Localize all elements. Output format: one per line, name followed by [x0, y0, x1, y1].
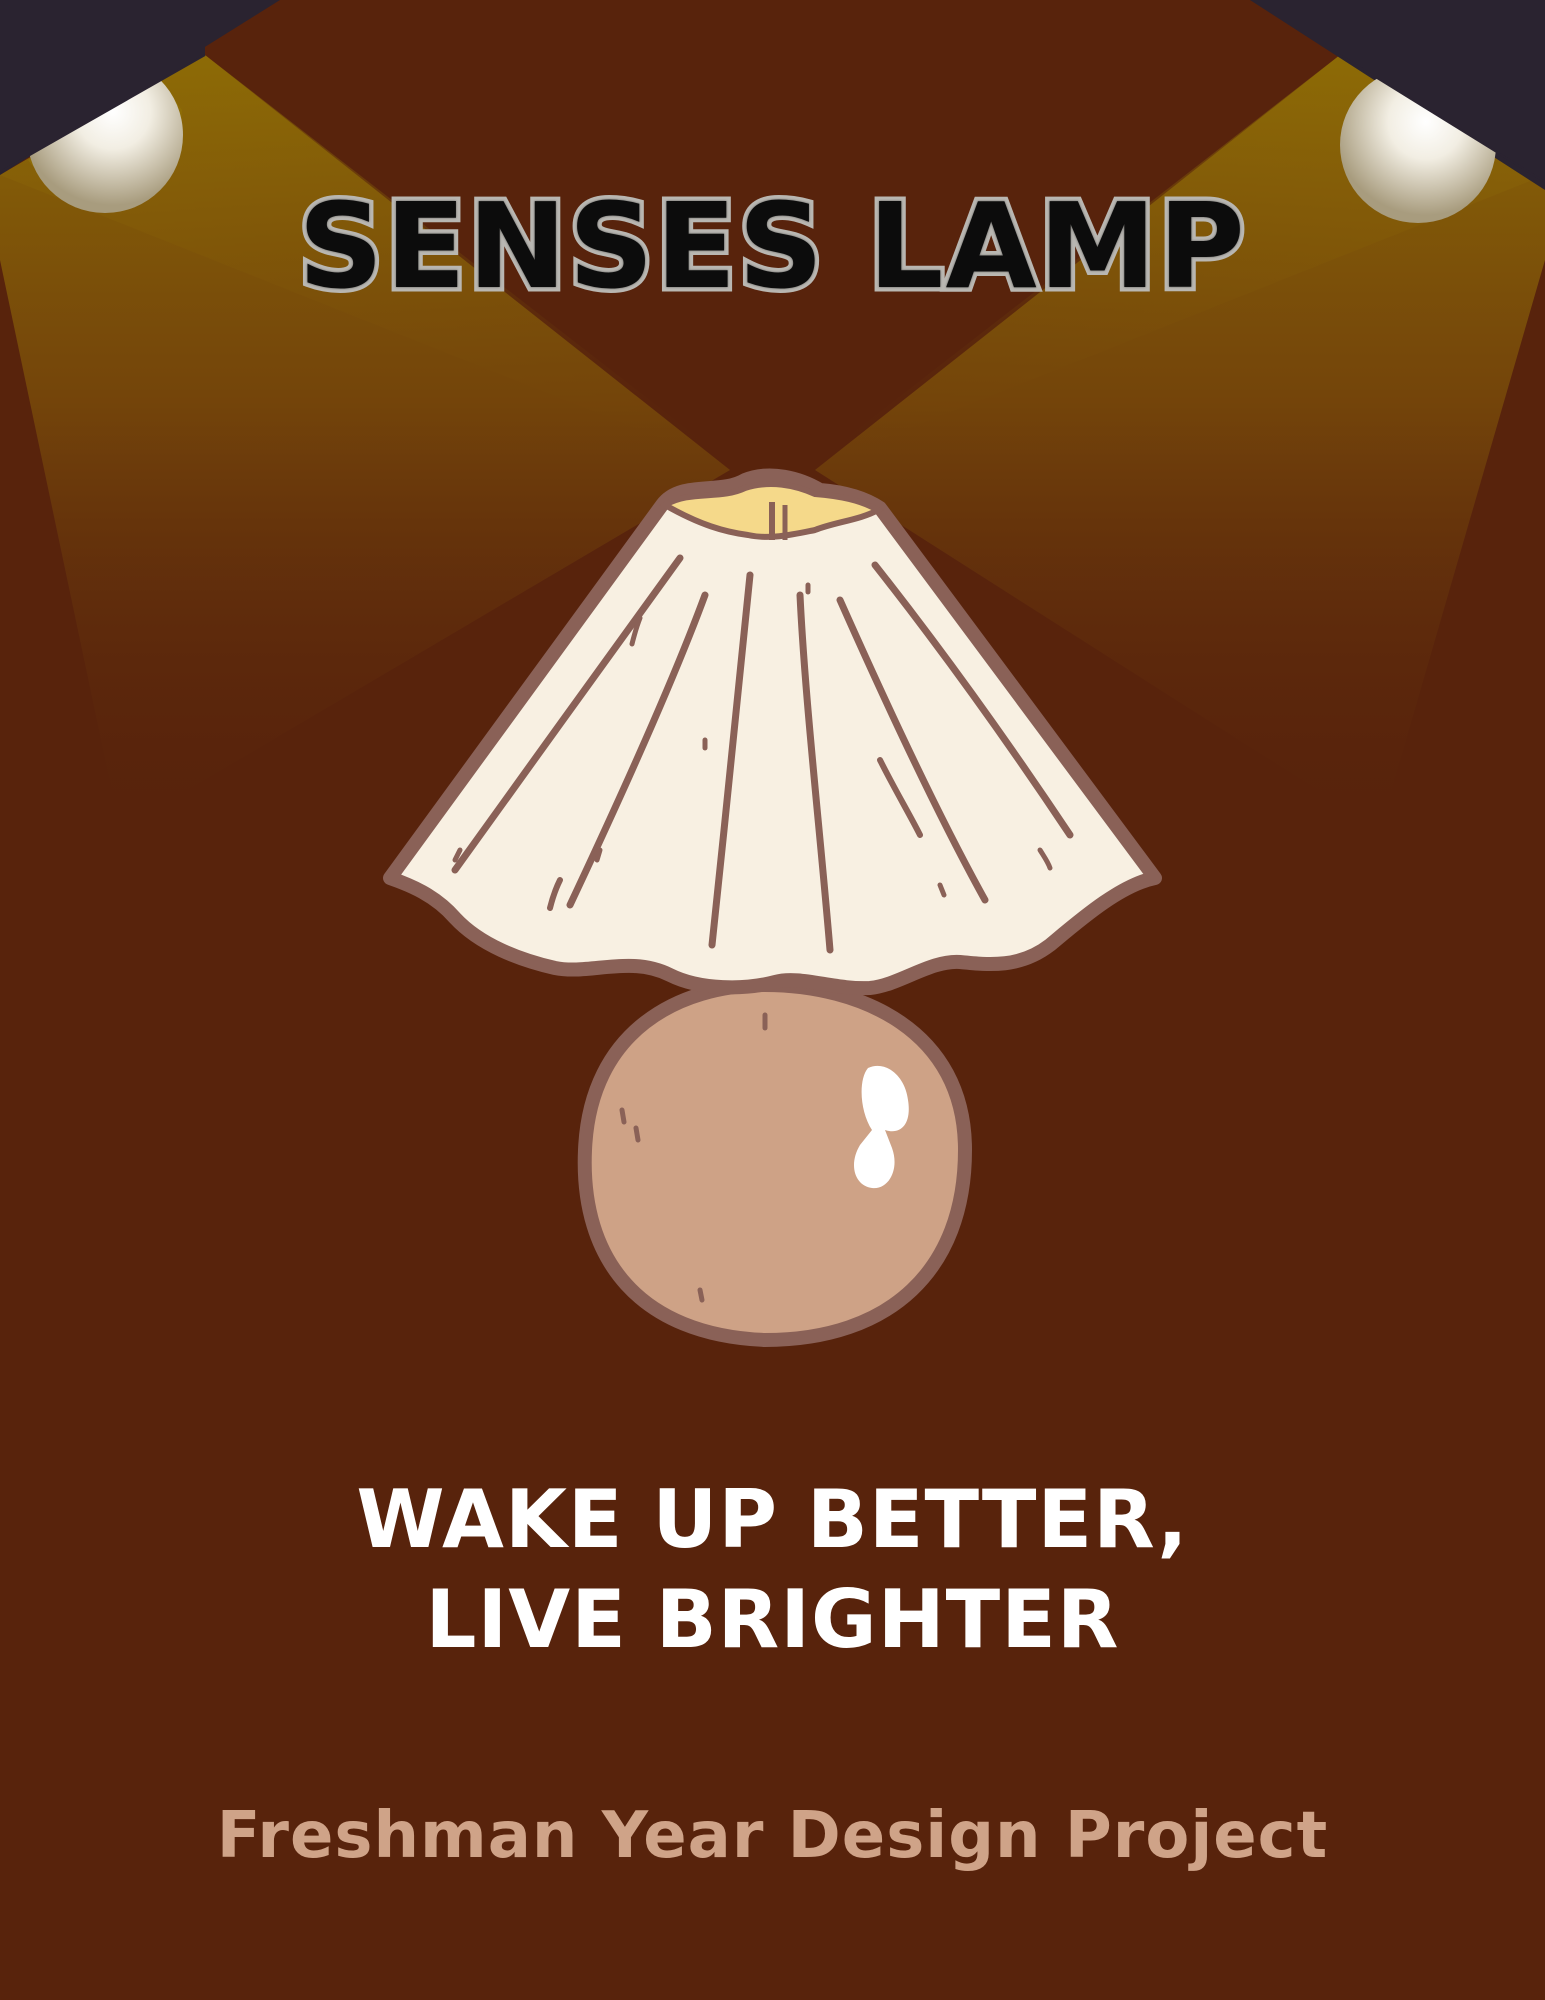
poster-title: SENSES LAMP: [294, 177, 1249, 316]
poster: SENSES LAMP WAKE UP BETTER, LIVE BRIGHTE…: [0, 0, 1545, 2000]
credit-text: Freshman Year Design Project: [216, 1799, 1329, 1873]
tagline-line-2: LIVE BRIGHTER: [425, 1573, 1120, 1666]
lamp-base: [577, 978, 972, 1347]
tagline: WAKE UP BETTER, LIVE BRIGHTER: [0, 1470, 1545, 1670]
tagline-line-1: WAKE UP BETTER,: [356, 1473, 1189, 1566]
